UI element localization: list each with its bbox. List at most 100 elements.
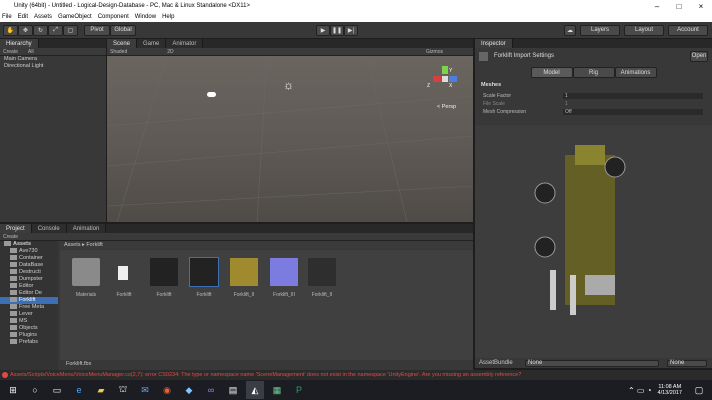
tree-folder[interactable]: Container — [0, 255, 58, 262]
2d-toggle[interactable]: 2D — [167, 49, 173, 55]
hierarchy-item[interactable]: Directional Light — [0, 63, 106, 70]
close-icon[interactable]: × — [690, 0, 712, 12]
tab-game[interactable]: Game — [137, 39, 167, 48]
clock-date[interactable]: 4/13/2017 — [658, 390, 682, 396]
assetbundle-variant-dropdown[interactable]: None — [667, 359, 707, 367]
tab-animator[interactable]: Animator — [166, 39, 204, 48]
tree-folder[interactable]: DataBase — [0, 262, 58, 269]
layers-dropdown[interactable]: Layers — [580, 24, 620, 36]
app-icon[interactable]: ▤ — [224, 381, 242, 399]
tree-folder[interactable]: Editor — [0, 283, 58, 290]
persp-label[interactable]: < Persp — [437, 104, 456, 110]
mesh-compression-dropdown[interactable]: Off — [563, 109, 703, 115]
tab-console[interactable]: Console — [31, 224, 67, 233]
status-message: Assets/Scripts/VoiceMenu/VoiceMenuManage… — [10, 372, 522, 378]
gizmos-dropdown[interactable]: Gizmos — [426, 49, 443, 55]
windows-start-icon[interactable]: ⊞ — [4, 381, 22, 399]
tab-animation[interactable]: Animation — [66, 224, 107, 233]
edge-icon[interactable]: e — [70, 381, 88, 399]
open-button[interactable]: Open — [690, 50, 708, 62]
tab-inspector[interactable]: Inspector — [475, 39, 513, 48]
breadcrumb[interactable]: Assets ▸ Forklift — [60, 241, 473, 249]
tab-model[interactable]: Model — [530, 67, 573, 78]
hierarchy-item[interactable]: Main Camera — [0, 56, 106, 63]
menu-help[interactable]: Help — [162, 14, 174, 20]
hand-tool-icon[interactable]: ✋ — [3, 24, 18, 36]
tree-folder[interactable]: Prefabs — [0, 339, 58, 346]
tree-folder-selected[interactable]: Forklift — [0, 297, 58, 304]
visual-studio-icon[interactable]: ∞ — [202, 381, 220, 399]
cloud-icon[interactable]: ☁ — [564, 24, 576, 36]
minimize-icon[interactable]: – — [646, 0, 668, 12]
tab-animations[interactable]: Animations — [614, 67, 657, 78]
pause-icon[interactable]: ❚❚ — [330, 24, 344, 36]
tree-folder[interactable]: Free Meta — [0, 304, 58, 311]
pivot-button[interactable]: Pivot — [84, 24, 110, 36]
account-dropdown[interactable]: Account — [668, 24, 708, 36]
tree-folder[interactable]: Plugins — [0, 332, 58, 339]
maximize-icon[interactable]: □ — [668, 0, 690, 12]
layout-dropdown[interactable]: Layout — [624, 24, 664, 36]
status-bar[interactable]: Assets/Scripts/VoiceMenu/VoiceMenuManage… — [0, 370, 712, 380]
folder-icon[interactable] — [72, 258, 100, 286]
light-gizmo-icon[interactable]: ☼ — [283, 78, 294, 92]
tree-folder[interactable]: Destructi — [0, 269, 58, 276]
hierarchy-create[interactable]: Create — [3, 49, 18, 55]
tree-folder[interactable]: Lever — [0, 311, 58, 318]
system-tray-icon[interactable]: ⌃ ▭ ◔ — [628, 386, 652, 395]
play-icon[interactable]: ▶ — [316, 24, 330, 36]
asset-thumbnail[interactable] — [150, 258, 178, 286]
tree-folder[interactable]: Assets — [0, 241, 58, 248]
tab-rig[interactable]: Rig — [572, 67, 615, 78]
hierarchy-search[interactable]: All — [28, 49, 34, 55]
tree-folder[interactable]: Objects — [0, 325, 58, 332]
box-app-icon[interactable]: ◆ — [180, 381, 198, 399]
scene-viewport[interactable]: ☼ Y Z X < Persp — [107, 56, 473, 222]
search-icon[interactable]: ○ — [26, 381, 44, 399]
global-button[interactable]: Global — [110, 24, 136, 36]
publisher-icon[interactable]: P — [290, 381, 308, 399]
chrome-icon[interactable]: ◉ — [158, 381, 176, 399]
menu-edit[interactable]: Edit — [18, 14, 28, 20]
tree-folder[interactable]: Ave730 — [0, 248, 58, 255]
cloud-gizmo-icon[interactable] — [207, 92, 216, 97]
folder-icon — [4, 241, 11, 247]
store-icon[interactable]: ⛫ — [114, 381, 132, 399]
task-view-icon[interactable]: ▭ — [48, 381, 66, 399]
scale-factor-input[interactable]: 1 — [563, 93, 703, 99]
menu-gameobject[interactable]: GameObject — [58, 14, 92, 20]
orientation-gizmo[interactable]: Y Z X — [427, 66, 457, 94]
model-preview[interactable] — [475, 125, 712, 358]
tab-hierarchy[interactable]: Hierarchy — [0, 39, 39, 48]
texture-thumbnail[interactable] — [308, 258, 336, 286]
minecraft-icon[interactable]: ▦ — [268, 381, 286, 399]
scale-tool-icon[interactable]: ⤢ — [48, 24, 63, 36]
menu-window[interactable]: Window — [135, 14, 156, 20]
mail-icon[interactable]: ✉ — [136, 381, 154, 399]
tab-project[interactable]: Project — [0, 224, 32, 233]
rotate-tool-icon[interactable]: ↻ — [33, 24, 48, 36]
notification-icon[interactable]: ▢ — [690, 381, 708, 399]
forklift-preview-image — [534, 145, 626, 315]
file-icon[interactable] — [118, 266, 128, 280]
tree-folder[interactable]: Editor De — [0, 290, 58, 297]
menu-assets[interactable]: Assets — [34, 14, 52, 20]
move-tool-icon[interactable]: ✥ — [18, 24, 33, 36]
folder-icon — [10, 332, 17, 338]
unity-icon[interactable]: ◭ — [246, 381, 264, 399]
file-explorer-icon[interactable]: ▰ — [92, 381, 110, 399]
asset-thumbnail-selected[interactable] — [189, 257, 219, 287]
rect-tool-icon[interactable]: ▢ — [63, 24, 78, 36]
step-icon[interactable]: ▶| — [344, 24, 358, 36]
assetbundle-dropdown[interactable]: None — [525, 359, 659, 367]
menu-file[interactable]: File — [2, 14, 12, 20]
normal-map-thumbnail[interactable] — [270, 258, 298, 286]
menu-component[interactable]: Component — [98, 14, 129, 20]
title-bar: Unity (64bit) - Untitled - Logical-Desig… — [0, 0, 712, 12]
project-create[interactable]: Create — [3, 234, 18, 240]
shaded-dropdown[interactable]: Shaded — [110, 49, 127, 55]
texture-thumbnail[interactable] — [230, 258, 258, 286]
tree-folder[interactable]: MS — [0, 318, 58, 325]
tree-folder[interactable]: Dumpster — [0, 276, 58, 283]
tab-scene[interactable]: Scene — [107, 39, 138, 48]
